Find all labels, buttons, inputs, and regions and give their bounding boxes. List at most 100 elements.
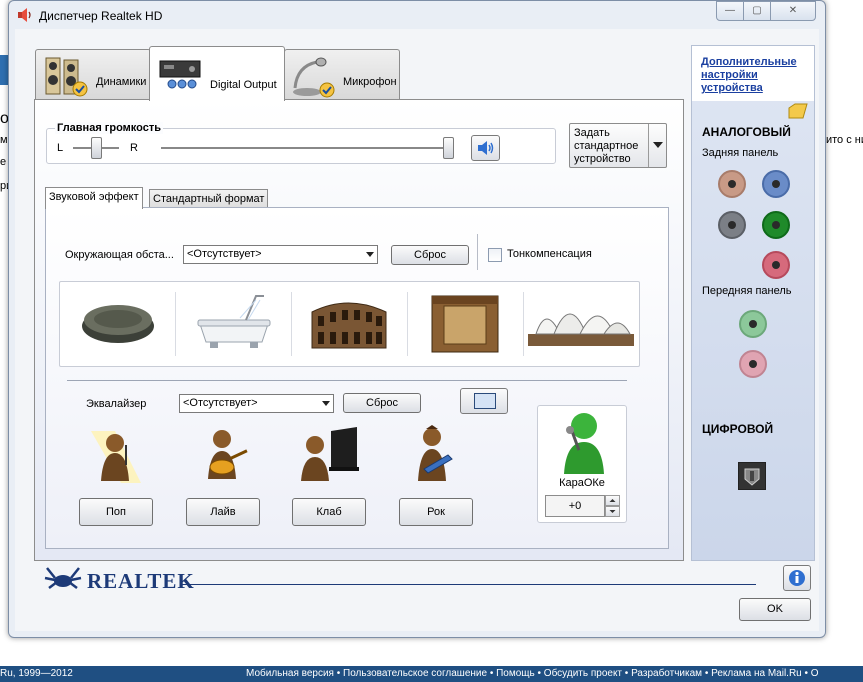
loudness-label: Тонкомпенсация [507,248,592,260]
equalizer-select[interactable]: <Отсутствует> [179,394,334,413]
connector-side-panel: Дополнительные настройки устройства АНАЛ… [691,45,815,561]
bathtub-icon [197,295,271,348]
digital-jack-icon[interactable] [738,462,766,490]
eq-preset-club-image[interactable] [291,423,367,485]
sound-effect-panel: Окружающая обста... <Отсутствует> Сброс … [45,207,669,549]
advanced-device-settings-link[interactable]: Дополнительные настройки устройства [701,56,805,95]
rear-jack-4[interactable] [762,211,790,239]
microphone-icon [293,57,335,98]
tab-speakers[interactable]: Динамики [35,49,151,100]
rock-guitarist-icon [418,425,453,481]
analog-title: АНАЛОГОВЫЙ [702,125,791,139]
spin-up-icon [609,499,616,502]
chevron-down-icon [322,401,330,406]
optical-port-icon [744,468,760,486]
karaoke-pitch-up[interactable] [605,495,620,506]
dialog-client-area: Динамики Digital Output Микрофон Главная… [15,29,819,631]
club-pianist-icon [301,427,359,481]
realtek-crab-icon [44,567,82,589]
environment-preset-colosseum[interactable] [292,282,406,366]
ok-button[interactable]: OK [739,598,811,621]
tab-digital-output[interactable]: Digital Output [149,46,285,101]
rear-jack-3[interactable] [718,211,746,239]
volume-slider-track[interactable] [161,147,449,149]
karaoke-pitch-down[interactable] [605,506,620,517]
background-right-text: ито с ни [826,134,863,146]
balance-left-label: L [57,142,64,154]
eq-preset-rock-button[interactable]: Рок [399,498,473,526]
folder-icon[interactable] [787,102,809,120]
speaker-app-icon [18,8,31,22]
loudness-checkbox[interactable] [488,248,502,262]
realtek-hd-manager-window: Диспетчер Realtek HD — ▢ ✕ Динамики Digi… [8,0,826,638]
environment-reset-button[interactable]: Сброс [391,245,469,265]
eq-preset-live-image[interactable] [186,423,262,485]
footer-divider [180,584,756,585]
front-jack-1[interactable] [739,310,767,338]
colosseum-icon [311,302,387,349]
stone-disc-icon [82,305,154,343]
realtek-brand-text: REALTEK [87,569,195,593]
minimize-button[interactable]: — [716,1,744,21]
equalizer-select-value: <Отсутствует> [183,397,258,409]
set-default-device-label: Задать стандартное устройство [574,127,639,165]
chevron-down-icon [653,142,663,148]
set-default-device-button[interactable]: Задать стандартное устройство [569,123,667,168]
balance-right-label: R [130,142,138,154]
tab-microphone-label: Микрофон [343,76,397,88]
info-icon [789,570,805,586]
graphic-equalizer-button[interactable] [460,388,508,414]
karaoke-group: КараОКе +0 [537,405,627,523]
environment-preset-stone[interactable] [60,282,174,366]
speaker-volume-icon [478,141,494,155]
digital-output-icon [159,60,201,89]
set-default-device-dropdown[interactable] [648,124,667,167]
window-title: Диспетчер Realtek HD [39,9,163,23]
tab-sound-effect[interactable]: Звуковой эффект [45,187,143,209]
rear-jack-5[interactable] [762,251,790,279]
tab-speakers-label: Динамики [96,76,147,88]
pop-singer-icon [91,431,141,483]
volume-slider-thumb[interactable] [443,137,454,159]
environment-preset-opera-house[interactable] [524,282,638,366]
eq-preset-pop-button[interactable]: Поп [79,498,153,526]
speakers-icon [45,57,88,97]
environment-preset-bathroom[interactable] [176,282,290,366]
stone-room-icon [431,295,499,353]
environment-preset-stone-room[interactable] [408,282,522,366]
divider [477,234,478,270]
environment-label: Окружающая обста... [65,249,174,261]
eq-preset-rock-image[interactable] [396,423,472,485]
eq-preset-pop-image[interactable] [81,423,157,485]
digital-output-panel: Главная громкость L R Задать стандартное… [34,99,684,561]
opera-house-icon [528,313,634,346]
background-left-text-3: е [0,156,7,168]
equalizer-label: Эквалайзер [86,398,147,410]
maximize-button[interactable]: ▢ [743,1,771,21]
environment-presets [59,281,640,367]
balance-slider-thumb[interactable] [91,137,102,159]
eq-preset-live-button[interactable]: Лайв [186,498,260,526]
close-button[interactable]: ✕ [770,1,816,21]
divider [67,380,627,381]
equalizer-reset-button[interactable]: Сброс [343,393,421,413]
tab-microphone[interactable]: Микрофон [284,49,400,100]
spin-down-icon [609,510,616,513]
eq-preset-club-button[interactable]: Клаб [292,498,366,526]
rear-jack-2[interactable] [762,170,790,198]
front-jack-2[interactable] [739,350,767,378]
digital-title: ЦИФРОВОЙ [702,422,774,436]
environment-select[interactable]: <Отсутствует> [183,245,378,264]
mute-button[interactable] [471,135,500,161]
info-button[interactable] [783,565,811,591]
background-footer-links[interactable]: Мобильная версия • Пользовательское согл… [246,668,819,679]
titlebar[interactable]: Диспетчер Realtek HD — ▢ ✕ [9,1,825,29]
rear-jack-1[interactable] [718,170,746,198]
main-volume-title: Главная громкость [55,122,164,134]
live-guitarist-icon [208,430,248,479]
environment-select-value: <Отсутствует> [187,248,262,260]
karaoke-pitch-value[interactable]: +0 [545,495,605,517]
tab-digital-output-label: Digital Output [210,79,277,91]
realtek-logo: REALTEK [43,564,194,595]
karaoke-singer-icon [564,413,604,474]
